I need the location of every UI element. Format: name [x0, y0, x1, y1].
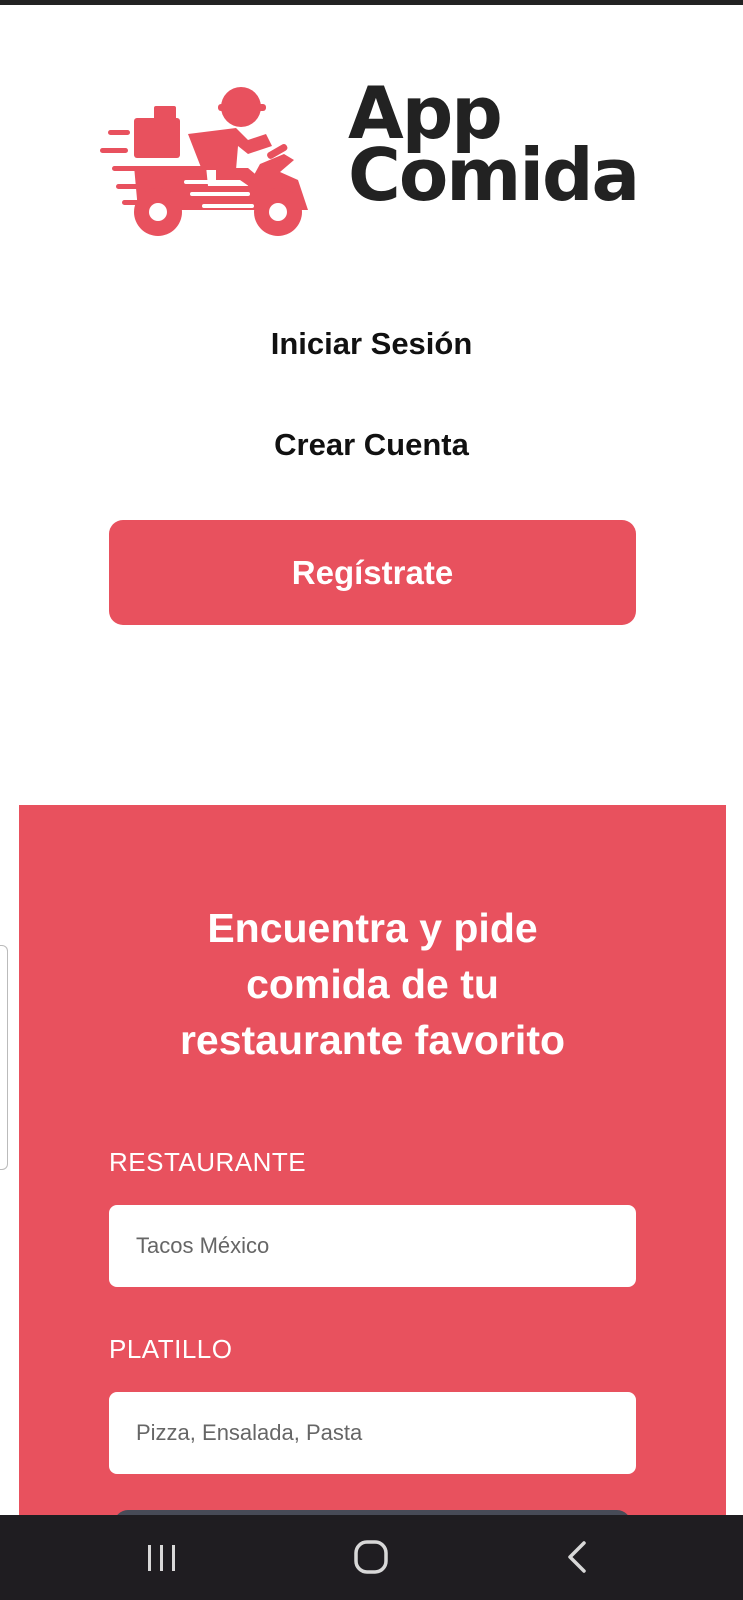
register-button[interactable]: Regístrate — [109, 520, 636, 625]
delivery-scooter-icon[interactable] — [98, 70, 318, 240]
search-heading: Encuentra y pide comida de tu restaurant… — [19, 900, 726, 1068]
search-panel: Encuentra y pide comida de tu restaurant… — [19, 805, 726, 1530]
restaurant-label: RESTAURANTE — [109, 1147, 307, 1177]
create-account-link[interactable]: Crear Cuenta — [0, 427, 743, 463]
restaurant-placeholder: Tacos México — [136, 1233, 270, 1258]
status-bar-edge — [0, 0, 743, 5]
dish-input[interactable]: Pizza, Ensalada, Pasta — [109, 1392, 636, 1474]
brand-name[interactable]: App Comida — [348, 77, 640, 217]
dish-label: PLATILLO — [109, 1334, 233, 1364]
search-heading-line3: restaurante favorito — [179, 1017, 566, 1063]
edge-panel-handle[interactable] — [0, 945, 8, 1170]
restaurant-input[interactable]: Tacos México — [109, 1205, 636, 1287]
search-heading-line2: comida de tu — [246, 961, 499, 1007]
search-heading-line1: Encuentra y pide — [207, 905, 538, 951]
brand-name-line2: Comida — [348, 133, 640, 217]
site-header: App Comida — [0, 60, 743, 250]
system-navigation-bar — [0, 1515, 743, 1600]
dish-placeholder: Pizza, Ensalada, Pasta — [136, 1420, 363, 1445]
recent-apps-icon[interactable] — [140, 1537, 184, 1577]
home-icon[interactable] — [349, 1537, 393, 1577]
login-link[interactable]: Iniciar Sesión — [0, 326, 743, 362]
back-icon[interactable] — [556, 1537, 600, 1577]
